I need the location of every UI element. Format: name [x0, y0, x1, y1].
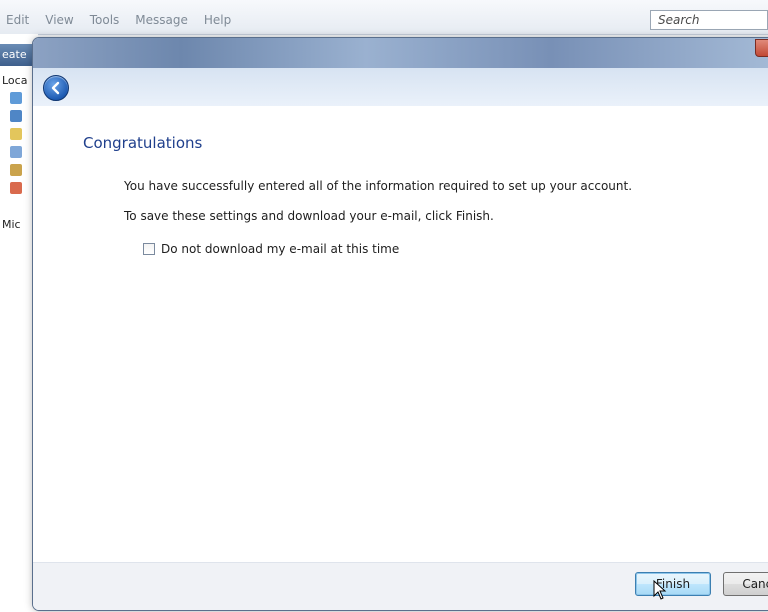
folder-icon: [10, 182, 22, 194]
folder-icon: [10, 110, 22, 122]
back-arrow-icon: [51, 81, 60, 95]
background-local-folders-label: Loca: [2, 74, 28, 87]
account-setup-wizard: Congratulations You have successfully en…: [32, 37, 768, 611]
finish-button[interactable]: Finish: [635, 572, 711, 596]
background-menubar: Edit View Tools Message Help Search: [0, 0, 768, 35]
cancel-button[interactable]: Cance: [723, 572, 768, 596]
mouse-pointer-icon: [653, 580, 667, 600]
do-not-download-label: Do not download my e-mail at this time: [161, 242, 400, 256]
wizard-content: Congratulations You have successfully en…: [33, 106, 768, 562]
background-menu: Edit View Tools Message Help: [6, 13, 231, 27]
do-not-download-option[interactable]: Do not download my e-mail at this time: [143, 242, 399, 256]
finish-instruction: To save these settings and download your…: [124, 209, 494, 223]
menu-item-tools[interactable]: Tools: [90, 13, 120, 27]
folder-icon: [10, 164, 22, 176]
wizard-navigation-bar: [33, 68, 768, 107]
folder-icon: [10, 128, 22, 140]
do-not-download-checkbox[interactable]: [143, 243, 155, 255]
menu-item-message[interactable]: Message: [135, 13, 188, 27]
page-title: Congratulations: [83, 134, 203, 152]
menu-item-view[interactable]: View: [45, 13, 73, 27]
menu-item-edit[interactable]: Edit: [6, 13, 29, 27]
menu-item-help[interactable]: Help: [204, 13, 231, 27]
folder-icon: [10, 92, 22, 104]
back-button[interactable]: [43, 75, 69, 101]
search-input[interactable]: Search: [650, 10, 768, 30]
success-message: You have successfully entered all of the…: [124, 179, 633, 193]
wizard-title-strip: [33, 38, 768, 68]
close-button[interactable]: [755, 39, 768, 57]
folder-icon: [10, 146, 22, 158]
background-microsoft-label: Mic: [2, 218, 21, 231]
